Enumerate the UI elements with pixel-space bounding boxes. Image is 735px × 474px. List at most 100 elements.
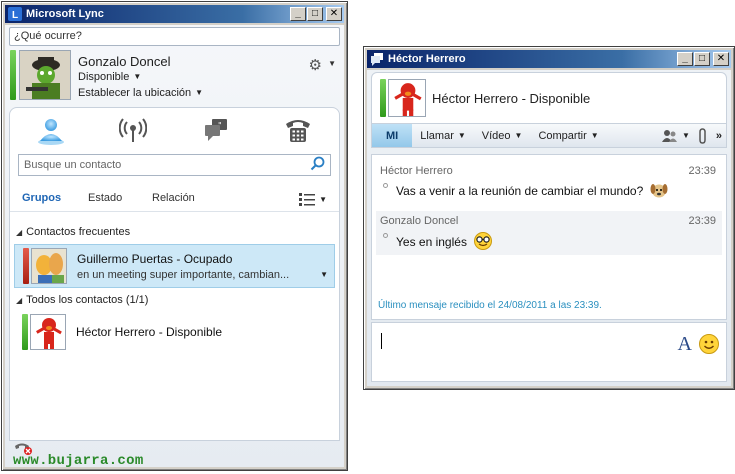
phone-icon: [285, 120, 310, 142]
video-button[interactable]: Vídeo ▼: [474, 124, 531, 147]
last-message-received: Último mensaje recibido el 24/08/2011 a …: [378, 300, 602, 311]
font-icon[interactable]: A: [678, 333, 692, 356]
conversations-icon: ": [204, 119, 227, 141]
contact-filter-tabs: Grupos Estado Relación ▼: [10, 184, 339, 212]
emoticon-picker-icon[interactable]: [698, 333, 720, 358]
contact-avatar: [31, 248, 67, 284]
chevron-down-icon: ▼: [681, 131, 690, 140]
group-frequent-contacts[interactable]: ◢ Contactos frecuentes: [16, 226, 130, 238]
group-label: Todos los contactos (1/1): [26, 294, 149, 306]
filter-tab-groups[interactable]: Grupos: [22, 192, 61, 204]
set-location-label: Establecer la ubicación: [78, 87, 192, 99]
add-participants-button[interactable]: ▼: [658, 124, 694, 147]
contact-name: Héctor Herrero - Disponible: [76, 325, 223, 339]
tab-activity-feed[interactable]: [92, 108, 174, 152]
minimize-button[interactable]: _: [290, 7, 306, 21]
chevron-down-icon[interactable]: ▼: [320, 270, 328, 279]
text-cursor: [381, 333, 382, 349]
filter-tab-status[interactable]: Estado: [88, 192, 122, 204]
my-presence-indicator: [10, 50, 16, 100]
my-status-label: Disponible: [78, 71, 130, 83]
message-time: 23:39: [688, 215, 716, 227]
message-compose-input[interactable]: A: [371, 322, 727, 382]
im-button[interactable]: MI: [372, 124, 413, 147]
participant-avatar[interactable]: [388, 79, 426, 117]
search-icon[interactable]: [310, 156, 326, 175]
chevron-down-icon: ▼: [457, 131, 466, 140]
maximize-button[interactable]: □: [694, 52, 710, 66]
svg-text:L: L: [12, 10, 18, 21]
group-all-contacts[interactable]: ◢ Todos los contactos (1/1): [16, 294, 148, 306]
message-text-content: Yes en inglés: [396, 235, 467, 249]
people-icon: [661, 129, 677, 142]
chevron-down-icon[interactable]: ▼: [328, 59, 336, 68]
conversation-window-title: Héctor Herrero: [388, 53, 466, 65]
chevron-down-icon: ▼: [590, 131, 599, 140]
chevron-down-icon: ▼: [195, 88, 204, 97]
chevron-down-icon[interactable]: ▼: [319, 195, 327, 204]
collapse-triangle-icon: ◢: [16, 228, 23, 237]
watermark: www.bujarra.com: [13, 453, 144, 469]
my-name: Gonzalo Doncel: [78, 54, 171, 69]
contact-hector-herrero[interactable]: Héctor Herrero - Disponible: [14, 311, 335, 355]
conversation-titlebar[interactable]: Héctor Herrero _ □ ✕: [367, 50, 731, 68]
conversation-toolbar: MI Llamar ▼ Vídeo ▼ Compartir ▼ ▼ »: [371, 124, 727, 148]
set-location-dropdown[interactable]: Establecer la ubicación ▼: [78, 87, 203, 99]
contact-avatar: [30, 314, 66, 350]
message-bullet: [383, 233, 388, 238]
share-button[interactable]: Compartir ▼: [530, 124, 606, 147]
svg-text:": ": [218, 121, 222, 130]
available-presence-indicator: [380, 79, 386, 117]
dog-emoticon-icon: [650, 184, 668, 198]
tab-phone[interactable]: [257, 108, 339, 152]
more-options-icon[interactable]: »: [712, 124, 726, 147]
main-nav-tabs: ": [10, 108, 339, 152]
conversation-participant-title: Héctor Herrero - Disponible: [432, 91, 591, 106]
call-button[interactable]: Llamar ▼: [412, 124, 474, 147]
tab-contacts[interactable]: [10, 108, 92, 152]
message-text: Yes en inglés: [396, 231, 493, 251]
collapse-triangle-icon: ◢: [16, 296, 23, 305]
attachment-icon[interactable]: [694, 124, 712, 147]
contact-note: en un meeting super importante, cambian.…: [77, 269, 290, 281]
conversation-window: Héctor Herrero _ □ ✕ Héctor Herrero - Di…: [363, 46, 735, 390]
status-message-input[interactable]: ¿Qué ocurre?: [9, 27, 340, 46]
message-text-content: Vas a venir a la reunión de cambiar el m…: [396, 184, 644, 198]
close-button[interactable]: ✕: [713, 52, 729, 66]
share-label: Compartir: [538, 129, 587, 142]
contact-name: Guillermo Puertas - Ocupado: [77, 252, 233, 266]
conversation-body: Héctor Herrero - Disponible MI Llamar ▼ V…: [367, 70, 731, 386]
my-info-area: Gonzalo Doncel Disponible ▼ Establecer la…: [9, 50, 340, 102]
message-sender: Gonzalo Doncel: [380, 215, 459, 227]
contacts-panel: " Busque un contacto Grupos Estado Relac…: [9, 107, 340, 441]
conversation-history: Héctor Herrero 23:39 Vas a venir a la re…: [371, 154, 727, 320]
conversation-header: Héctor Herrero - Disponible: [371, 72, 727, 124]
conversation-app-icon: [370, 52, 384, 66]
maximize-button[interactable]: □: [307, 7, 323, 21]
filter-tab-relationship[interactable]: Relación: [152, 192, 195, 204]
message-time: 23:39: [688, 165, 716, 177]
group-label: Contactos frecuentes: [26, 226, 131, 238]
my-status-dropdown[interactable]: Disponible ▼: [78, 71, 141, 83]
lync-main-window: L Microsoft Lync _ □ ✕ ¿Qué ocurre? Gonz…: [1, 1, 348, 471]
message-block: Gonzalo Doncel 23:39 Yes en inglés: [376, 211, 722, 255]
main-titlebar[interactable]: L Microsoft Lync _ □ ✕: [5, 5, 344, 23]
contact-guillermo-puertas[interactable]: Guillermo Puertas - Ocupado en un meetin…: [14, 244, 335, 288]
video-label: Vídeo: [481, 129, 511, 142]
main-window-body: ¿Qué ocurre? Gonzalo Doncel Disponible ▼ …: [5, 25, 344, 467]
list-view-icon[interactable]: [299, 192, 315, 209]
call-label: Llamar: [420, 129, 454, 142]
tab-conversations[interactable]: ": [175, 108, 257, 152]
chevron-down-icon: ▼: [514, 131, 523, 140]
message-block: Héctor Herrero 23:39 Vas a venir a la re…: [376, 161, 722, 205]
busy-presence-indicator: [23, 248, 29, 284]
main-window-title: Microsoft Lync: [26, 8, 104, 20]
message-sender: Héctor Herrero: [380, 165, 453, 177]
my-avatar[interactable]: [19, 50, 71, 100]
options-gear-icon[interactable]: ⚙: [309, 56, 322, 74]
minimize-button[interactable]: _: [677, 52, 693, 66]
contact-search-input[interactable]: Busque un contacto: [18, 154, 331, 176]
available-presence-indicator: [22, 314, 28, 350]
close-button[interactable]: ✕: [326, 7, 342, 21]
lync-logo-icon: L: [8, 7, 22, 21]
